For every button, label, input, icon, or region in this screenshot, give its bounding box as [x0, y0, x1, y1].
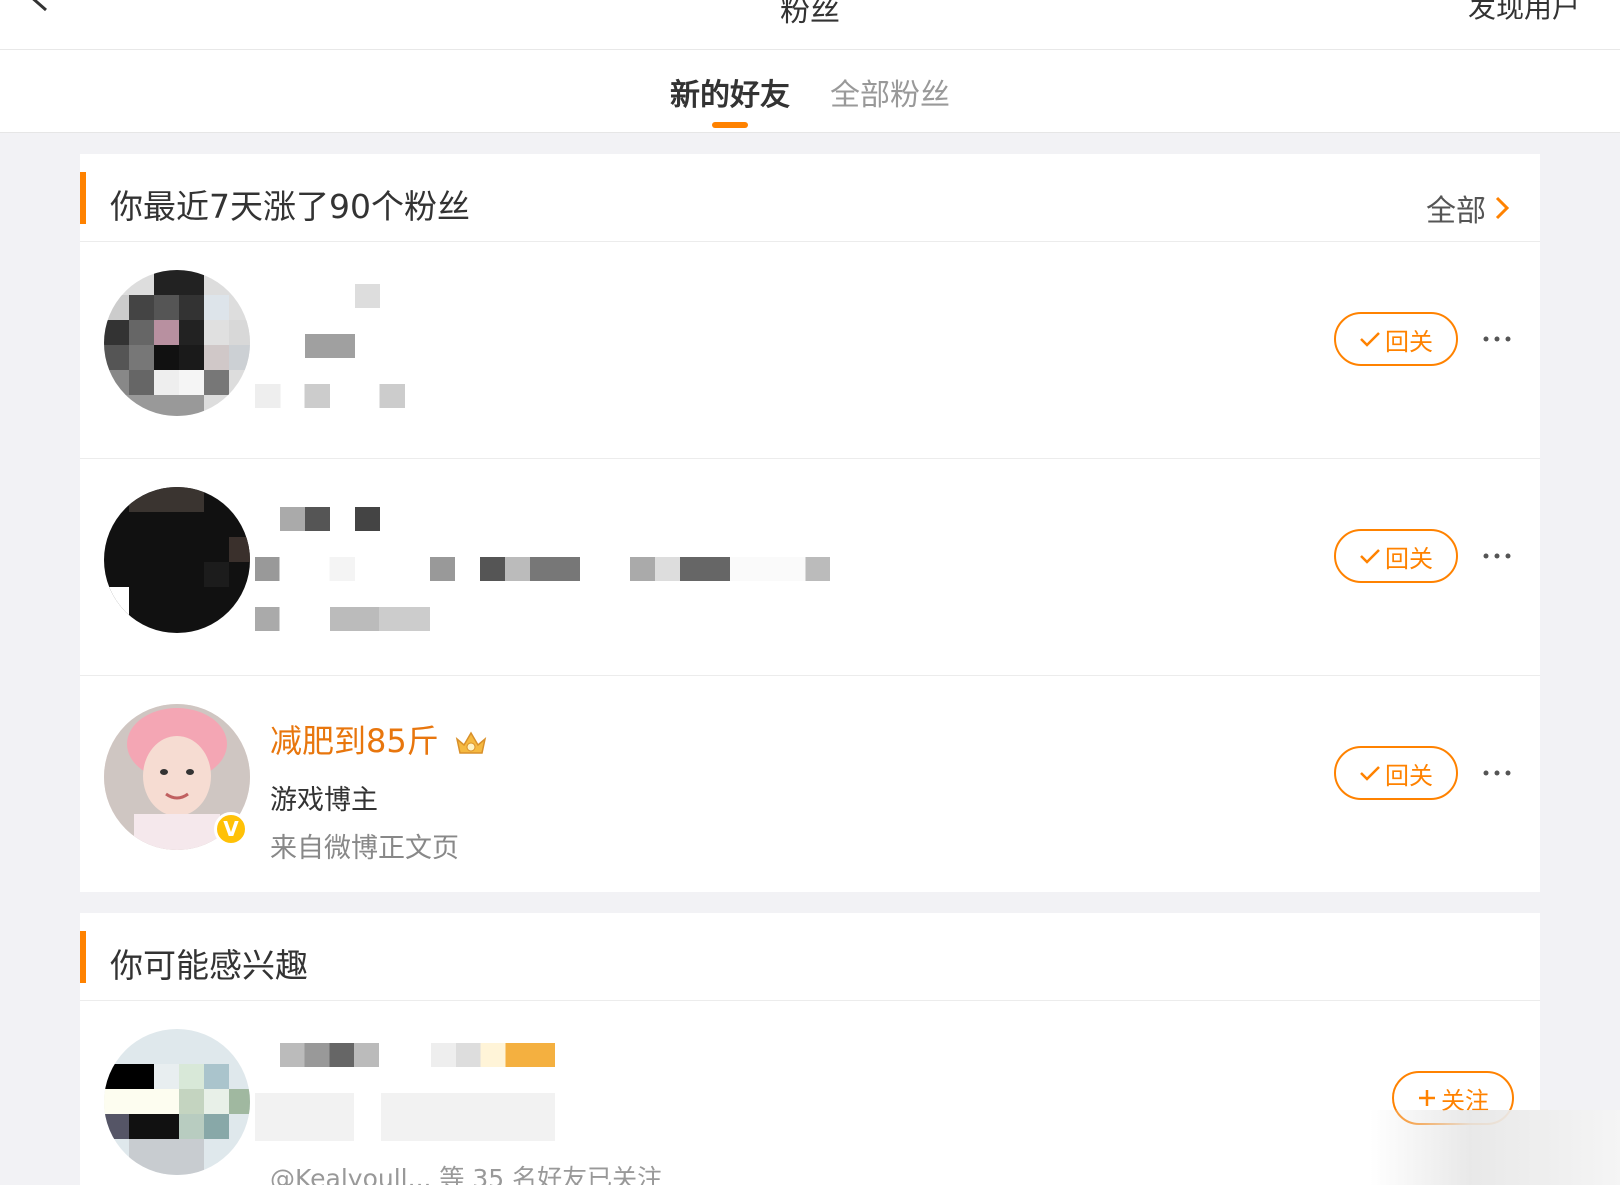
check-icon — [1360, 332, 1380, 347]
user-name[interactable]: 减肥到85斤 — [270, 716, 489, 762]
top-nav-bar: 粉丝 发现用户 — [0, 0, 1620, 50]
avatar[interactable] — [104, 270, 250, 416]
follow-back-button[interactable]: 回关 — [1334, 529, 1458, 583]
mutual-followers-text: @Kealyoull... 等 35 名好友已关注 — [270, 1164, 663, 1185]
verified-icon: V — [214, 812, 248, 846]
redacted-name — [280, 507, 380, 531]
section-header: 你可能感兴趣 — [80, 913, 1540, 1001]
follower-row[interactable]: V 减肥到85斤 游戏博主 来自微博正文页 回关 — [80, 676, 1540, 893]
follower-row[interactable]: 回关 — [80, 459, 1540, 676]
crown-icon — [455, 731, 487, 754]
tab-bar: 新的好友 全部粉丝 — [0, 50, 1620, 133]
tab-all-fans[interactable]: 全部粉丝 — [830, 70, 950, 114]
follow-back-button[interactable]: 回关 — [1334, 746, 1458, 800]
follow-back-label: 回关 — [1385, 327, 1433, 356]
redacted-source — [255, 607, 430, 631]
suggestions-card: 你可能感兴趣 @Kealyoull... 等 35 名好友已关注 关注 — [80, 913, 1540, 1185]
scroll-fade-overlay — [1370, 1110, 1620, 1185]
plus-icon — [1419, 1090, 1435, 1106]
see-all-link[interactable]: 全部 — [1426, 186, 1510, 230]
follow-source: 来自微博正文页 — [270, 833, 459, 864]
redacted-name — [355, 284, 380, 308]
redacted-description — [255, 1093, 555, 1141]
check-icon — [1360, 549, 1380, 564]
follower-row[interactable]: 回关 — [80, 242, 1540, 459]
redacted-name — [280, 1043, 555, 1067]
section-header: 你最近7天涨了90个粉丝 全部 — [80, 154, 1540, 242]
see-all-label: 全部 — [1426, 194, 1486, 229]
more-icon[interactable] — [1482, 334, 1512, 344]
page-title: 粉丝 — [780, 0, 840, 29]
section-accent-bar — [80, 931, 86, 983]
section-title: 你最近7天涨了90个粉丝 — [110, 187, 470, 226]
discover-users-link[interactable]: 发现用户 — [1468, 0, 1580, 26]
section-title: 你可能感兴趣 — [110, 946, 308, 985]
more-icon[interactable] — [1482, 768, 1512, 778]
recent-followers-card: 你最近7天涨了90个粉丝 全部 回关 回关 V 减肥到85斤 游戏博主 来自微博… — [80, 154, 1540, 892]
redacted-source — [255, 384, 405, 408]
tab-new-friends[interactable]: 新的好友 — [670, 70, 790, 114]
redacted-description — [255, 557, 830, 581]
more-icon[interactable] — [1482, 551, 1512, 561]
avatar[interactable] — [104, 1029, 250, 1175]
suggestion-row[interactable]: @Kealyoull... 等 35 名好友已关注 关注 — [80, 1001, 1540, 1185]
user-name-label: 减肥到85斤 — [270, 722, 439, 760]
follow-back-label: 回关 — [1385, 544, 1433, 573]
check-icon — [1360, 766, 1380, 781]
avatar[interactable] — [104, 487, 250, 633]
active-tab-indicator — [712, 122, 748, 128]
user-description: 游戏博主 — [270, 785, 378, 816]
chevron-right-icon — [1495, 196, 1510, 220]
section-accent-bar — [80, 172, 86, 224]
follow-back-label: 回关 — [1385, 761, 1433, 790]
redacted-description — [305, 334, 355, 358]
follow-back-button[interactable]: 回关 — [1334, 312, 1458, 366]
